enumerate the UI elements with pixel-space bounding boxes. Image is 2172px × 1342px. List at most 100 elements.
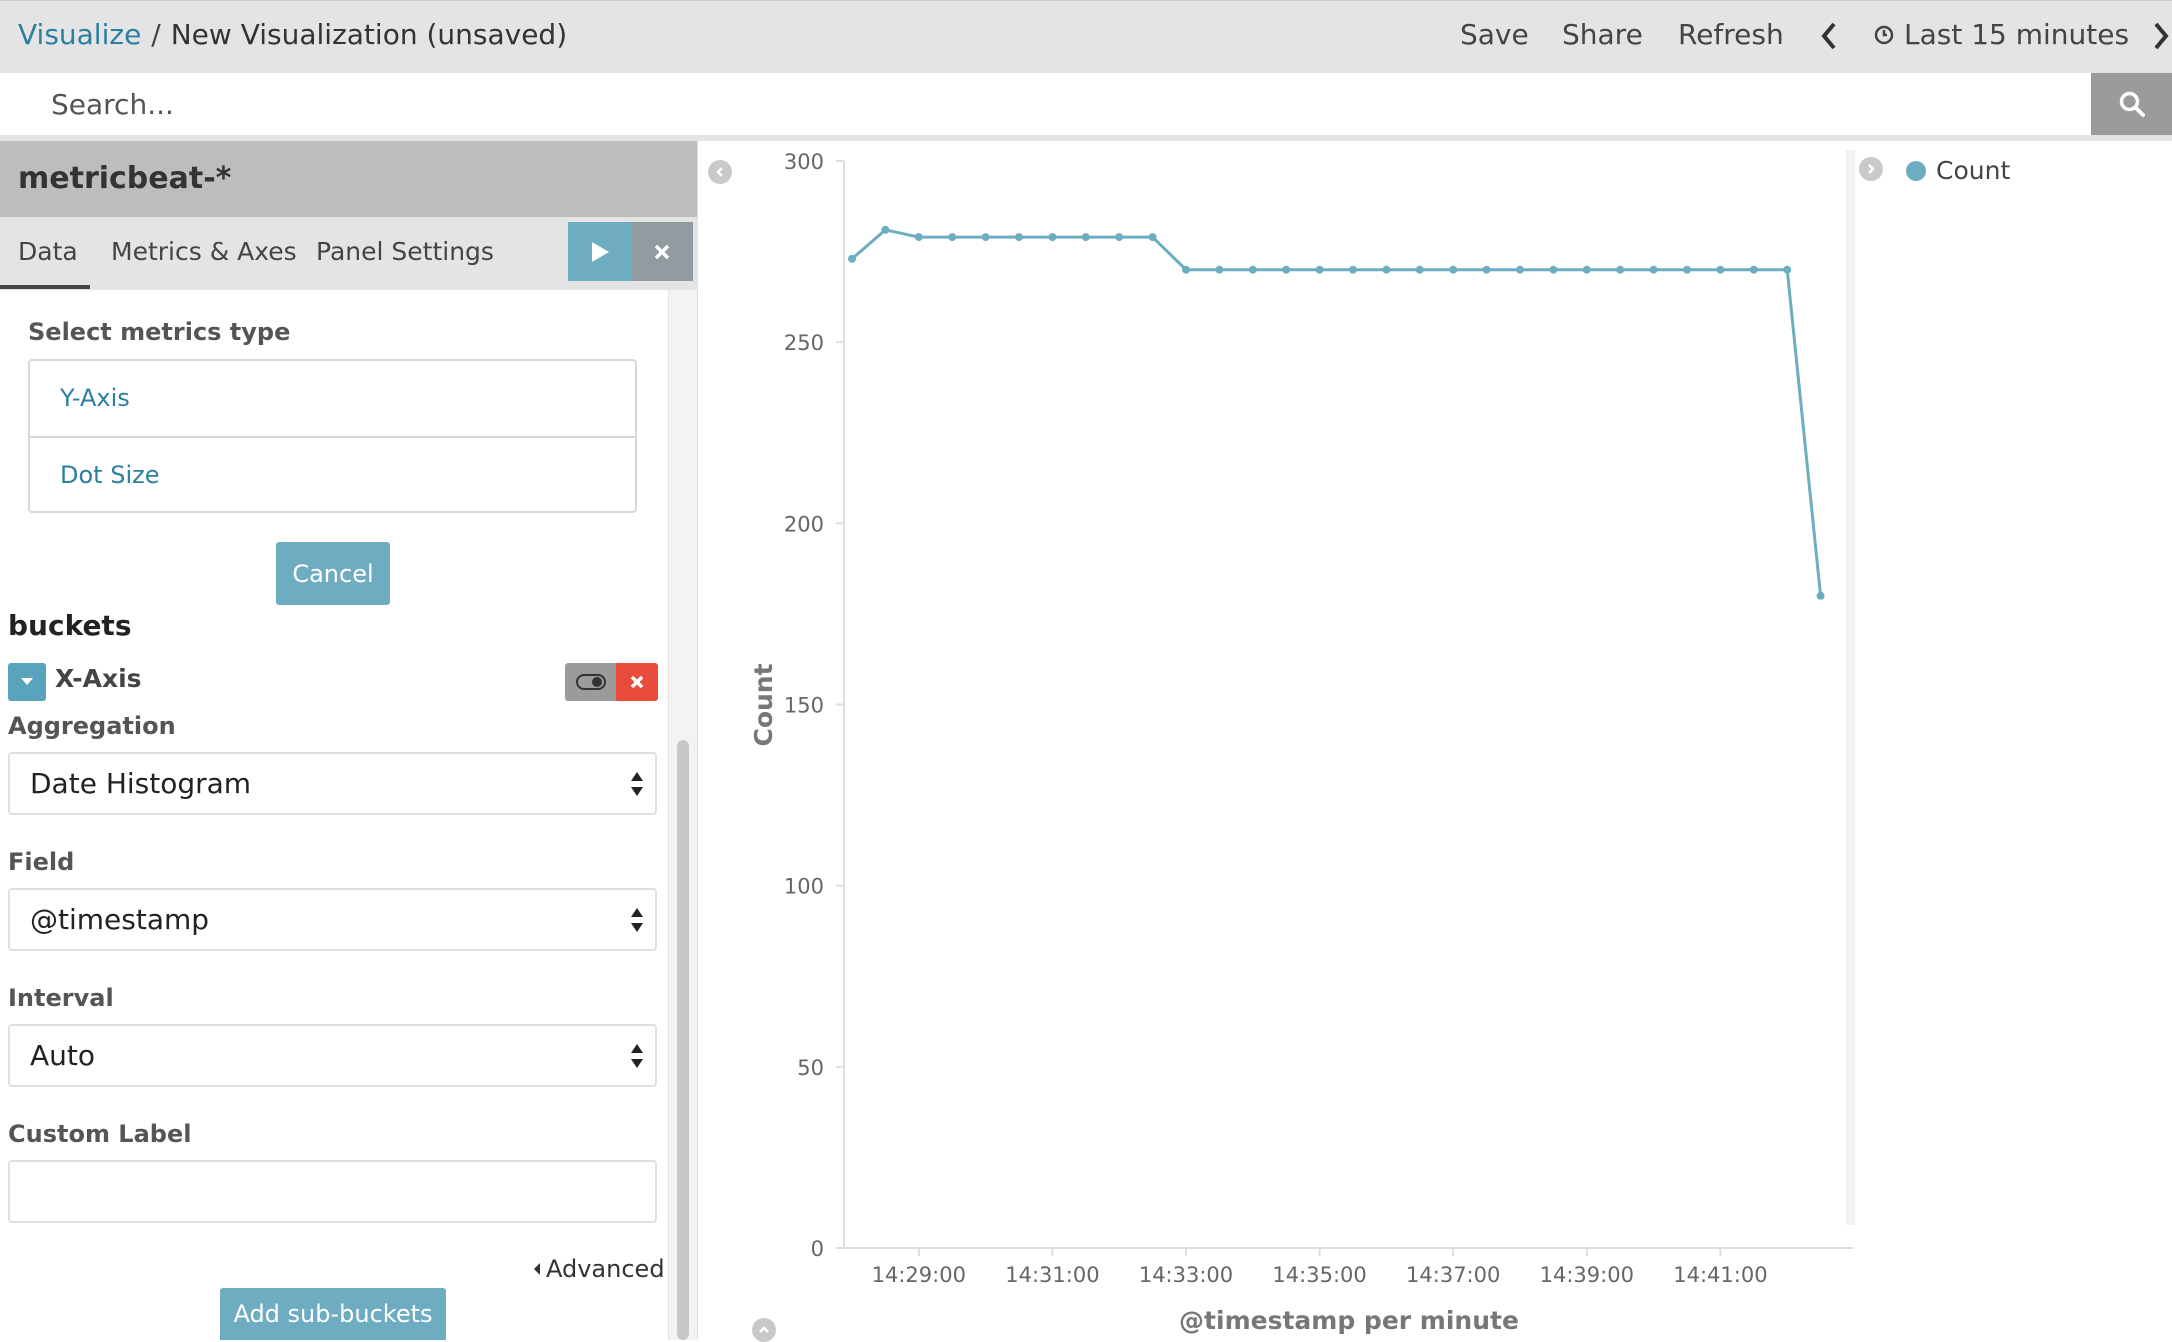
data-point[interactable] (1349, 265, 1357, 274)
data-point[interactable] (1749, 265, 1758, 274)
y-tick-label: 100 (784, 875, 824, 899)
y-tick-label: 150 (784, 694, 824, 718)
discard-changes-button[interactable] (631, 222, 693, 281)
cancel-button[interactable]: Cancel (276, 542, 390, 605)
active-tab-indicator (0, 285, 90, 289)
metric-type-y-axis[interactable]: Y-Axis (30, 361, 635, 436)
collapse-bucket-button[interactable] (8, 663, 46, 701)
chart-legend: Count (1906, 156, 2010, 185)
data-point[interactable] (1282, 265, 1291, 274)
x-tick-label: 14:35:00 (1272, 1263, 1366, 1287)
index-pattern-header: metricbeat-* (0, 141, 697, 217)
y-tick-label: 300 (784, 150, 824, 174)
data-point[interactable] (1248, 265, 1257, 274)
legend-divider (1846, 150, 1855, 1225)
y-tick-label: 50 (797, 1056, 824, 1080)
time-picker[interactable]: Last 15 minutes (1874, 17, 2129, 53)
chevron-left-icon (716, 167, 723, 177)
data-point[interactable] (1148, 233, 1157, 242)
search-input[interactable] (18, 73, 2091, 135)
data-point[interactable] (1182, 265, 1190, 274)
data-point[interactable] (1716, 265, 1725, 274)
interval-select[interactable]: Auto (8, 1024, 657, 1087)
top-nav-bar: Visualize / New Visualization (unsaved) Sa… (0, 0, 2172, 73)
data-point[interactable] (948, 233, 957, 242)
caret-left-icon (534, 1263, 540, 1275)
disable-aggregation-toggle[interactable] (565, 663, 616, 701)
select-caret-icon (631, 772, 643, 796)
data-point[interactable] (1516, 265, 1524, 274)
interval-label: Interval (8, 984, 114, 1012)
aggregation-select[interactable]: Date Histogram (8, 752, 657, 815)
tab-metrics-axes[interactable]: Metrics & Axes (111, 237, 297, 266)
data-point[interactable] (1315, 265, 1324, 274)
advanced-toggle-link[interactable]: Advanced (532, 1255, 665, 1283)
search-bar (18, 73, 2172, 135)
aggregation-value: Date Histogram (30, 767, 252, 800)
add-sub-buckets-button[interactable]: Add sub-buckets (220, 1288, 446, 1340)
tab-panel-settings[interactable]: Panel Settings (316, 237, 494, 266)
y-tick-label: 250 (784, 331, 824, 355)
data-point[interactable] (1783, 265, 1792, 274)
select-caret-icon (631, 908, 643, 932)
data-point[interactable] (848, 254, 856, 263)
data-point[interactable] (1549, 265, 1558, 274)
series-line-count (851, 228, 1823, 596)
aggregation-label: Aggregation (8, 712, 176, 740)
data-point[interactable] (1115, 233, 1124, 242)
page-title: New Visualization (unsaved) (170, 18, 568, 51)
custom-label-input[interactable] (8, 1160, 657, 1223)
data-point[interactable] (1482, 265, 1491, 274)
toggle-legend-button[interactable] (1859, 157, 1883, 181)
close-icon (654, 244, 670, 259)
data-point[interactable] (1081, 233, 1090, 242)
data-point[interactable] (1616, 265, 1625, 274)
chevron-left-icon[interactable] (1818, 19, 1840, 53)
bucket-title-x-axis: X-Axis (55, 664, 142, 693)
data-point[interactable] (1582, 265, 1591, 274)
breadcrumb-visualize-link[interactable]: Visualize (18, 18, 141, 51)
data-point[interactable] (981, 233, 990, 242)
data-point[interactable] (1449, 265, 1458, 274)
visualization-area: 0 50 100 150 200 250 300 14:29:00 14:31:00 14:33:… (697, 141, 2172, 1340)
data-point[interactable] (1382, 265, 1391, 274)
data-point[interactable] (1048, 233, 1057, 242)
field-select[interactable]: @timestamp (8, 888, 657, 951)
y-tick-label: 0 (811, 1237, 824, 1261)
data-point[interactable] (1415, 265, 1424, 274)
remove-bucket-button[interactable] (616, 663, 658, 701)
data-point[interactable] (1683, 265, 1691, 274)
index-pattern-title: metricbeat-* (18, 161, 232, 196)
save-button[interactable]: Save (1460, 17, 1529, 53)
legend-swatch-count[interactable] (1906, 160, 1926, 181)
data-point[interactable] (1215, 265, 1224, 274)
metric-type-list: Y-Axis Dot Size (28, 359, 637, 513)
legend-item-count[interactable]: Count (1936, 156, 2010, 185)
y-tick-label: 200 (784, 512, 824, 536)
data-point[interactable] (914, 233, 923, 242)
select-caret-icon (631, 1044, 643, 1068)
apply-changes-button[interactable] (568, 222, 631, 281)
time-range-label: Last 15 minutes (1904, 18, 2130, 51)
search-button[interactable] (2091, 73, 2172, 135)
select-metrics-title: Select metrics type (28, 318, 291, 346)
advanced-label: Advanced (546, 1255, 665, 1283)
collapse-sidebar-button[interactable] (708, 160, 732, 184)
expand-spy-panel-button[interactable] (752, 1318, 776, 1342)
x-tick-label: 14:31:00 (1005, 1263, 1099, 1287)
field-value: @timestamp (30, 903, 210, 936)
metric-type-dot-size[interactable]: Dot Size (30, 436, 635, 511)
chevron-right-icon[interactable] (2152, 19, 2172, 53)
search-icon (2119, 91, 2145, 117)
tab-data[interactable]: Data (18, 237, 78, 266)
editor-sidebar: metricbeat-* Data Metrics & Axes Panel S… (0, 141, 698, 1340)
data-point[interactable] (1649, 265, 1658, 274)
sidebar-scrollbar[interactable] (668, 290, 698, 1340)
data-point[interactable] (881, 225, 890, 234)
scrollbar-thumb[interactable] (677, 740, 689, 1340)
data-point[interactable] (1015, 233, 1023, 242)
refresh-button[interactable]: Refresh (1678, 17, 1784, 53)
share-button[interactable]: Share (1562, 17, 1643, 53)
data-point[interactable] (1816, 591, 1825, 600)
breadcrumb-separator: / (151, 18, 161, 51)
